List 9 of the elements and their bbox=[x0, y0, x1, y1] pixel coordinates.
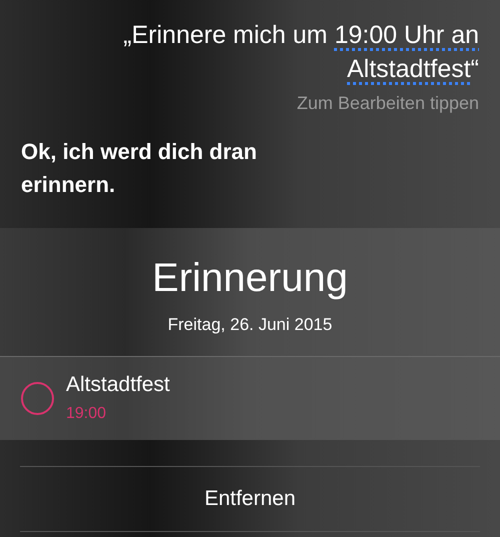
card-title: Erinnerung bbox=[152, 255, 348, 302]
remove-button[interactable]: Entfernen bbox=[20, 467, 480, 532]
assistant-response: Ok, ich werd dich dran erinnern. bbox=[21, 138, 258, 199]
card-date: Freitag, 26. Juni 2015 bbox=[168, 314, 332, 336]
reminder-title: Altstadtfest bbox=[66, 372, 170, 398]
completion-checkbox[interactable] bbox=[21, 382, 54, 415]
edit-hint[interactable]: Zum Bearbeiten tippen bbox=[21, 90, 479, 117]
reminder-time: 19:00 bbox=[66, 404, 108, 424]
spoken-query[interactable]: „Erinnere mich um 19:00 Uhr an Altstadtfest“ bbox=[21, 18, 479, 86]
